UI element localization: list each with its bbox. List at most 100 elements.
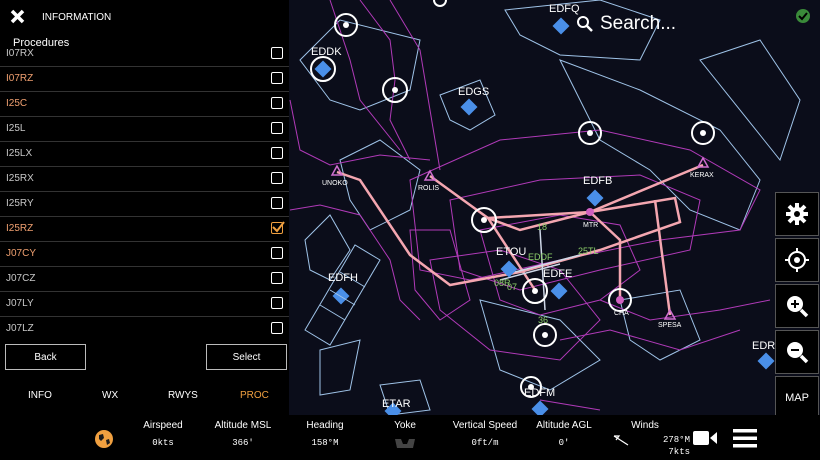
waypoint-label-cha: CHA [614, 310, 629, 317]
airspeed-stat: Airspeed 0kts [118, 420, 208, 448]
search-placeholder: Search... [600, 13, 677, 34]
vertical-speed-title: Vertical Speed [452, 420, 518, 431]
search-box[interactable]: Search... [576, 10, 676, 38]
close-icon[interactable] [10, 9, 25, 24]
heading-title: Heading [306, 420, 344, 431]
procedure-label: I25LX [6, 148, 33, 159]
procedure-label: I25RZ [6, 223, 34, 234]
tab-proc[interactable]: PROC [240, 390, 269, 401]
altitude-agl-stat: Altitude AGL 0' [519, 420, 609, 448]
zoom-out-icon [787, 342, 809, 364]
waypoint-label-kerax: KERAX [690, 172, 714, 179]
procedure-row[interactable]: J07LZ [0, 317, 289, 340]
runway-label-08r: 08R [494, 278, 511, 288]
tab-info[interactable]: INFO [28, 390, 52, 401]
crosshair-icon [785, 248, 809, 272]
procedure-checkbox[interactable] [271, 197, 283, 209]
panel-title: INFORMATION [42, 12, 112, 23]
procedure-label: J07LY [6, 298, 34, 309]
procedure-checkbox[interactable] [271, 322, 283, 334]
procedure-row[interactable]: I07RZ [0, 67, 289, 92]
procedure-checkbox[interactable] [271, 172, 283, 184]
airport-label-edfe: EDFE [543, 268, 573, 280]
altitude-msl-value: 366' [232, 438, 254, 448]
procedure-checkbox[interactable] [271, 221, 285, 234]
procedure-label: J07CY [6, 248, 37, 259]
map-button[interactable]: MAP [775, 376, 819, 420]
vertical-speed-value: 0ft/m [471, 438, 499, 448]
zoom-in-button[interactable] [775, 284, 819, 328]
procedure-row[interactable]: I25L [0, 117, 289, 142]
procedure-label: I25RY [6, 198, 34, 209]
procedure-label: J07CZ [6, 273, 36, 284]
gear-icon [786, 203, 808, 225]
waypoint-label-unoko: UNOKO [322, 180, 348, 187]
procedure-checkbox[interactable] [271, 47, 283, 59]
procedure-label: I07RZ [6, 73, 34, 84]
procedure-checkbox[interactable] [271, 72, 283, 84]
globe-icon[interactable] [94, 429, 114, 449]
airport-label-edfb: EDFB [583, 175, 613, 187]
procedure-row[interactable]: J07CZ [0, 267, 289, 292]
menu-icon[interactable] [733, 428, 757, 448]
heading-value: 158°M [311, 438, 339, 448]
runway-label-25tl: 25TL [578, 246, 599, 256]
zoom-out-button[interactable] [775, 330, 819, 374]
procedure-list[interactable]: I07RX I07RZ I25C I25L I25LX I25RX I25RY I25RZ J0… [0, 42, 289, 340]
procedure-row[interactable]: I25RX [0, 167, 289, 192]
back-button[interactable]: Back [5, 344, 86, 370]
waypoint-label-rolis: ROLIS [418, 185, 440, 192]
airspeed-value: 0kts [152, 438, 174, 448]
tab-wx[interactable]: WX [102, 390, 118, 401]
airport-label-etar: ETAR [382, 398, 411, 410]
runway-label-36: 36 [538, 315, 549, 325]
airport-label-eddf: EDDF [528, 252, 553, 262]
altitude-msl-stat: Altitude MSL 366' [198, 420, 288, 448]
airport-label-edfm: EDFM [524, 387, 556, 399]
altitude-agl-value: 0' [558, 438, 570, 448]
procedure-row[interactable]: I25LX [0, 142, 289, 167]
winds-direction: 278°M [662, 435, 690, 445]
yoke-stat[interactable]: Yoke [360, 420, 450, 455]
airport-label-edfq: EDFQ [549, 3, 580, 15]
procedure-row[interactable]: I07RX [0, 42, 289, 67]
procedure-label: I25C [6, 98, 28, 109]
procedure-checkbox[interactable] [271, 272, 283, 284]
winds-speed: 7kts [668, 447, 690, 457]
runway-label-18: 18 [537, 222, 548, 232]
camera-icon[interactable] [692, 429, 718, 447]
procedure-row[interactable]: I25RY [0, 192, 289, 217]
procedure-checkbox[interactable] [271, 297, 283, 309]
center-location-button[interactable] [775, 238, 819, 282]
zoom-in-icon [787, 296, 809, 318]
airspeed-title: Airspeed [143, 420, 183, 431]
vertical-speed-stat: Vertical Speed 0ft/m [440, 420, 530, 448]
procedure-row[interactable]: J07LY [0, 292, 289, 317]
procedure-label: I25L [6, 123, 26, 134]
status-check-icon [796, 9, 810, 23]
flight-status-bar: Airspeed 0kts Altitude MSL 366' Heading … [0, 415, 820, 460]
winds-title: Winds [631, 420, 659, 431]
procedure-label: I07RX [6, 48, 34, 59]
settings-button[interactable] [775, 192, 819, 236]
wind-arrow-icon [613, 435, 629, 446]
waypoint-label-spesa: SPESA [658, 322, 682, 329]
search-icon [577, 16, 593, 32]
yoke-icon [395, 439, 415, 448]
procedure-row[interactable]: J07CY [0, 242, 289, 267]
waypoint-label-mtr: MTR [583, 222, 599, 229]
procedure-checkbox[interactable] [271, 97, 283, 109]
airport-label-edgs: EDGS [458, 86, 490, 98]
select-button[interactable]: Select [206, 344, 287, 370]
procedure-checkbox[interactable] [271, 122, 283, 134]
procedure-row[interactable]: I25C [0, 92, 289, 117]
altitude-agl-title: Altitude AGL [536, 420, 592, 431]
procedure-label: J07LZ [6, 323, 34, 334]
procedure-checkbox[interactable] [271, 147, 283, 159]
altitude-msl-title: Altitude MSL [214, 420, 272, 431]
procedure-row[interactable]: I25RZ [0, 217, 289, 242]
tab-rwys[interactable]: RWYS [168, 390, 198, 401]
procedure-checkbox[interactable] [271, 247, 283, 259]
information-panel: INFORMATION Procedures I07RX I07RZ I25C I25… [0, 0, 289, 415]
panel-header: INFORMATION [0, 0, 289, 32]
